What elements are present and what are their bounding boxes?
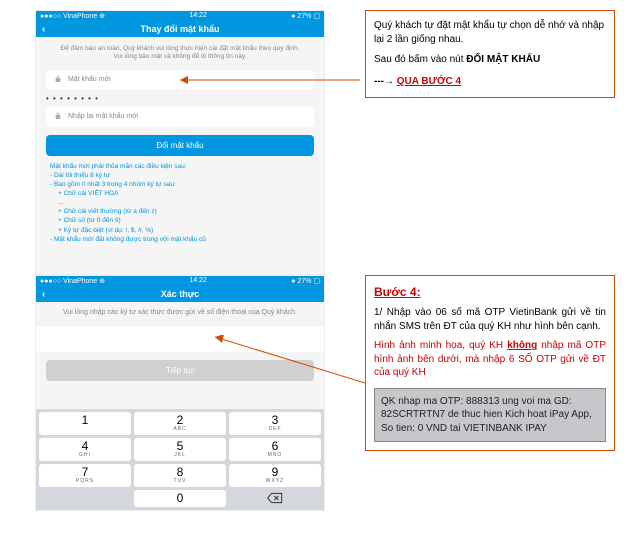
repeat-password-input[interactable]: Nhập lại mật khẩu mới xyxy=(46,107,314,127)
key-7[interactable]: 7PQRS xyxy=(39,464,131,487)
screen-header: ‹ Xác thực xyxy=(36,286,324,302)
new-password-input[interactable]: Mật khẩu mới xyxy=(46,70,314,90)
key-0[interactable]: 0 xyxy=(134,490,226,507)
time: 14:22 xyxy=(189,12,207,20)
carrier: ●●●○○ VinaPhone ⊕ xyxy=(40,12,105,20)
instruction-text: Để đảm bảo an toàn, Quý khách vui lòng t… xyxy=(46,41,314,66)
screen-title: Thay đổi mật khẩu xyxy=(140,24,219,34)
key-4[interactable]: 4GHI xyxy=(39,438,131,461)
battery: ● 27% ▢ xyxy=(291,12,320,20)
key-blank xyxy=(39,490,131,507)
key-2[interactable]: 2ABC xyxy=(134,412,226,435)
phone-otp-verify: ●●●○○ VinaPhone ⊕ 14:22 ● 27% ▢ ‹ Xác th… xyxy=(35,275,325,511)
input-label: Mật khẩu mới xyxy=(68,76,111,83)
step-title: Bước 4: xyxy=(374,284,606,300)
otp-input[interactable] xyxy=(36,326,324,352)
key-delete[interactable] xyxy=(229,490,321,507)
key-5[interactable]: 5JKL xyxy=(134,438,226,461)
key-9[interactable]: 9WXYZ xyxy=(229,464,321,487)
instruction-text: Quý khách tự đặt mật khẩu tự chọn dễ nhớ… xyxy=(374,19,606,47)
key-6[interactable]: 6MNO xyxy=(229,438,321,461)
screen-header: ‹ Thay đổi mật khẩu xyxy=(36,21,324,37)
sms-example: QK nhap ma OTP: 888313 ung voi ma GD: 82… xyxy=(374,388,606,443)
time: 14:22 xyxy=(189,277,207,285)
battery: ● 27% ▢ xyxy=(291,277,320,285)
carrier: ●●●○○ VinaPhone ⊕ xyxy=(40,277,105,285)
lock-icon xyxy=(54,75,62,85)
goto-step-4-link[interactable]: QUA BƯỚC 4 xyxy=(397,76,461,87)
key-3[interactable]: 3DEF xyxy=(229,412,321,435)
instruction-box-2: Bước 4: 1/ Nhập vào 06 số mã OTP VietinB… xyxy=(365,275,615,451)
input-label: Nhập lại mật khẩu mới xyxy=(68,113,138,120)
password-rules: Mật khẩu mới phải thỏa mãn các điều kiện… xyxy=(46,162,314,244)
change-password-button[interactable]: Đổi mật khẩu xyxy=(46,135,314,156)
instruction-text: 1/ Nhập vào 06 số mã OTP VietinBank gửi … xyxy=(374,306,606,333)
key-8[interactable]: 8TUV xyxy=(134,464,226,487)
back-icon[interactable]: ‹ xyxy=(42,24,45,35)
continue-button[interactable]: Tiếp tục xyxy=(46,360,314,381)
warning-text: Hình ảnh minh họa, quý KH không nhập mã … xyxy=(374,339,606,380)
back-icon[interactable]: ‹ xyxy=(42,289,45,300)
numeric-keypad: 1 2ABC 3DEF 4GHI 5JKL 6MNO 7PQRS 8TUV 9W… xyxy=(36,409,324,510)
key-1[interactable]: 1 xyxy=(39,412,131,435)
status-bar: ●●●○○ VinaPhone ⊕ 14:22 ● 27% ▢ xyxy=(36,276,324,286)
instruction-box-1: Quý khách tự đặt mật khẩu tự chọn dễ nhớ… xyxy=(365,10,615,98)
screen-title: Xác thực xyxy=(161,289,200,299)
status-bar: ●●●○○ VinaPhone ⊕ 14:22 ● 27% ▢ xyxy=(36,11,324,21)
password-dots: • • • • • • • • xyxy=(46,94,314,103)
instruction-text: Vui lòng nhập các ký tự xác thực được gử… xyxy=(36,302,324,323)
phone-change-password: ●●●○○ VinaPhone ⊕ 14:22 ● 27% ▢ ‹ Thay đ… xyxy=(35,10,325,275)
lock-icon xyxy=(54,112,62,122)
